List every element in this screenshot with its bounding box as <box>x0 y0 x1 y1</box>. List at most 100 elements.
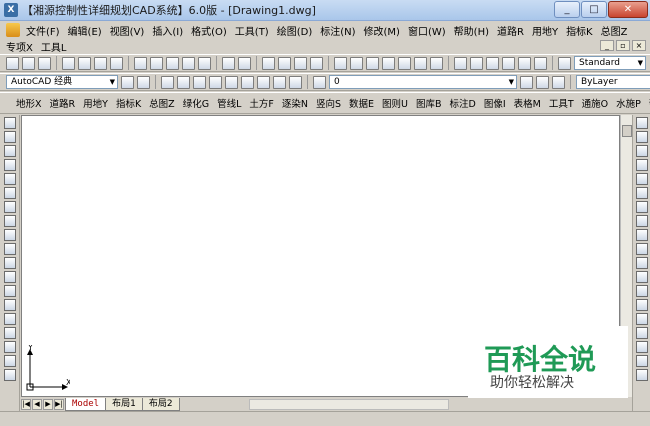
ellipse-arc-icon[interactable] <box>3 257 16 269</box>
polygon-icon[interactable] <box>3 159 16 171</box>
text-style-icon[interactable] <box>558 56 571 70</box>
menu-draw[interactable]: 绘图(D) <box>273 23 317 38</box>
menu-index[interactable]: 指标K <box>562 23 597 38</box>
layer-previous-icon[interactable] <box>536 75 549 89</box>
calculator-icon[interactable] <box>414 56 427 70</box>
construction-line-icon[interactable] <box>3 131 16 143</box>
menu-tools-l[interactable]: 工具L <box>37 39 71 54</box>
dim-aligned-icon[interactable] <box>177 75 190 89</box>
plugin-pipeline[interactable]: 管线L <box>213 96 245 110</box>
region-icon[interactable] <box>3 341 16 353</box>
undo-icon[interactable] <box>222 56 235 70</box>
scroll-thumb[interactable] <box>622 125 632 137</box>
layer-manager-icon[interactable] <box>313 75 326 89</box>
menu-dimension[interactable]: 标注(N) <box>316 23 359 38</box>
help-icon[interactable] <box>430 56 443 70</box>
spline-icon[interactable] <box>3 229 16 241</box>
block-editor-icon[interactable] <box>198 56 211 70</box>
publish-icon[interactable] <box>94 56 107 70</box>
print-preview-icon[interactable] <box>78 56 91 70</box>
sheet-set-icon[interactable] <box>382 56 395 70</box>
plugin-vertical[interactable]: 竖向S <box>312 96 345 110</box>
dim-radius-icon[interactable] <box>209 75 222 89</box>
plugin-render[interactable]: 逐染N <box>278 96 312 110</box>
hatch-icon[interactable] <box>3 313 16 325</box>
break-icon[interactable] <box>635 285 648 297</box>
text-style-dropdown[interactable]: Standard ▼ <box>574 56 646 70</box>
zoom-window-icon[interactable] <box>294 56 307 70</box>
redo-icon[interactable] <box>238 56 251 70</box>
make-current-layer-icon[interactable] <box>520 75 533 89</box>
dim-linear-icon[interactable] <box>161 75 174 89</box>
doc-close-button[interactable]: × <box>632 40 646 51</box>
paste-icon[interactable] <box>166 56 179 70</box>
stretch-icon[interactable] <box>635 229 648 241</box>
field-icon[interactable] <box>534 56 547 70</box>
mtext-icon[interactable] <box>3 369 16 381</box>
color-dropdown[interactable]: ByLayer <box>576 75 650 89</box>
plugin-help[interactable]: 帮助 <box>645 96 650 110</box>
plugin-road[interactable]: 道路R <box>46 96 80 110</box>
layer-dropdown[interactable]: 0 ▼ <box>329 75 517 89</box>
plugin-greening[interactable]: 绿化G <box>179 96 213 110</box>
offset-icon[interactable] <box>635 159 648 171</box>
draw-order-icon[interactable] <box>635 355 648 367</box>
multileader-icon[interactable] <box>486 56 499 70</box>
workspace-dropdown[interactable]: AutoCAD 经典 ▼ <box>6 75 118 89</box>
first-tab-icon[interactable]: |◀ <box>21 398 31 410</box>
menu-insert[interactable]: 插入(I) <box>148 23 187 38</box>
plugin-general-plan[interactable]: 总图Z <box>145 96 179 110</box>
break-point-icon[interactable] <box>635 271 648 283</box>
extend-icon[interactable] <box>635 257 648 269</box>
menu-help[interactable]: 帮助(H) <box>450 23 493 38</box>
ellipse-icon[interactable] <box>3 243 16 255</box>
erase-icon[interactable] <box>635 117 648 129</box>
copy-object-icon[interactable] <box>635 131 648 143</box>
plugin-image[interactable]: 图像I <box>480 96 510 110</box>
plugin-library[interactable]: 图库B <box>412 96 446 110</box>
plugin-index[interactable]: 指标K <box>112 96 145 110</box>
plugin-tools[interactable]: 工具T <box>545 96 578 110</box>
polyline-icon[interactable] <box>3 145 16 157</box>
doc-restore-button[interactable]: ▫ <box>616 40 630 51</box>
join-icon[interactable] <box>635 299 648 311</box>
zoom-previous-icon[interactable] <box>310 56 323 70</box>
workspace-settings-icon[interactable] <box>121 75 134 89</box>
plugin-zoning[interactable]: 图则U <box>378 96 412 110</box>
point-icon[interactable] <box>3 299 16 311</box>
layer-states-icon[interactable] <box>552 75 565 89</box>
dim-style-icon[interactable] <box>454 56 467 70</box>
quick-dim-icon[interactable] <box>257 75 270 89</box>
revision-cloud-icon[interactable] <box>3 215 16 227</box>
tab-model[interactable]: Model <box>65 397 107 411</box>
menu-view[interactable]: 视图(V) <box>106 23 149 38</box>
text-icon[interactable] <box>502 56 515 70</box>
print-icon[interactable] <box>62 56 75 70</box>
horizontal-scrollbar[interactable] <box>248 398 449 410</box>
menu-tools[interactable]: 工具(T) <box>231 23 273 38</box>
zoom-realtime-icon[interactable] <box>278 56 291 70</box>
fillet-icon[interactable] <box>635 327 648 339</box>
gradient-icon[interactable] <box>3 327 16 339</box>
maximize-button[interactable]: □ <box>581 1 607 18</box>
menu-format[interactable]: 格式(O) <box>187 23 231 38</box>
table-icon[interactable] <box>3 355 16 367</box>
copy-icon[interactable] <box>150 56 163 70</box>
plugin-earthwork[interactable]: 土方F <box>245 96 277 110</box>
dim-center-icon[interactable] <box>273 75 286 89</box>
properties-icon[interactable] <box>334 56 347 70</box>
rectangle-icon[interactable] <box>3 173 16 185</box>
plugin-table[interactable]: 表格M <box>510 96 545 110</box>
menu-road[interactable]: 道路R <box>493 23 528 38</box>
plot-icon[interactable] <box>110 56 123 70</box>
save-icon[interactable] <box>38 56 51 70</box>
prev-tab-icon[interactable]: ◀ <box>32 398 42 410</box>
cut-icon[interactable] <box>134 56 147 70</box>
rotate-icon[interactable] <box>635 201 648 213</box>
menu-file[interactable]: 文件(F) <box>22 23 64 38</box>
dim-angular-icon[interactable] <box>241 75 254 89</box>
menu-edit[interactable]: 编辑(E) <box>64 23 106 38</box>
trim-icon[interactable] <box>635 243 648 255</box>
pan-icon[interactable] <box>262 56 275 70</box>
tab-layout1[interactable]: 布局1 <box>105 397 143 411</box>
